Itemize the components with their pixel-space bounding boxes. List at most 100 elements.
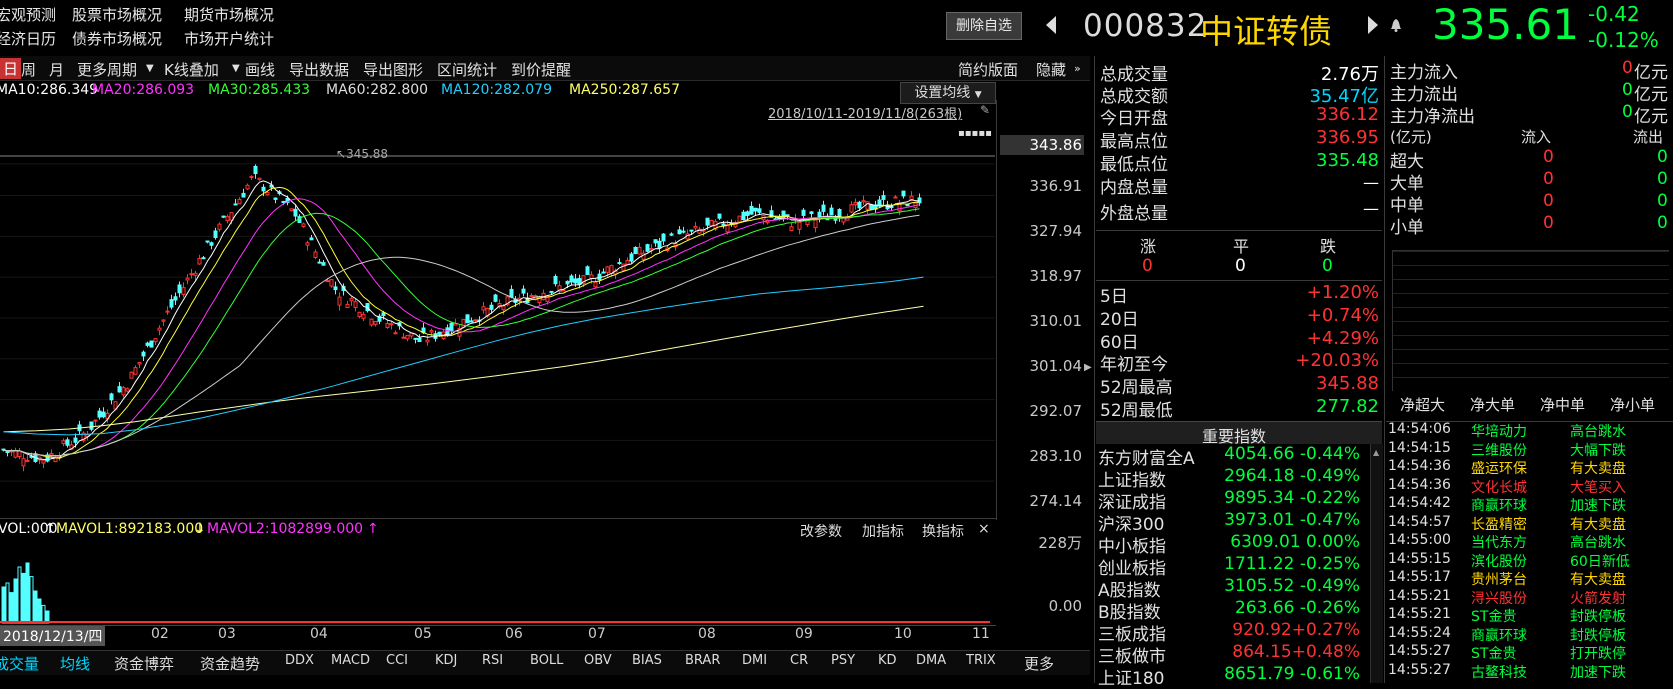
tab-macd[interactable]: MACD: [331, 653, 370, 668]
index-row[interactable]: 沪深300 3973.01 -0.47%: [1098, 510, 1360, 535]
tab-brar[interactable]: BRAR: [685, 653, 720, 668]
tab-dmi[interactable]: DMI: [742, 653, 767, 668]
ticker-row[interactable]: 14:54:42 商赢环球 加速下跌: [1388, 495, 1658, 514]
candle-body: [161, 319, 166, 322]
candle-body: [745, 211, 750, 216]
price-alert-button[interactable]: 到价提醒: [511, 59, 571, 80]
chevron-down-icon[interactable]: ▼: [232, 63, 240, 74]
volume-chart[interactable]: [0, 540, 996, 625]
chevron-down-icon[interactable]: ▼: [146, 63, 154, 74]
tab-volume[interactable]: 成交量: [0, 653, 39, 674]
nav-economic-calendar[interactable]: 经济日历: [0, 28, 56, 49]
flow-row-out: 0: [1657, 169, 1668, 189]
tab-capital-trend[interactable]: 资金趋势: [200, 653, 260, 674]
nav-stock-overview[interactable]: 股票市场概况: [72, 4, 162, 25]
ticker-row[interactable]: 14:55:17 贵州茅台 有大卖盘: [1388, 569, 1658, 588]
candle-body: [449, 322, 454, 331]
ticker-row[interactable]: 14:55:21 浔兴股份 火箭发射: [1388, 588, 1658, 607]
ticker-row[interactable]: 14:55:27 古鳌科技 加速下跌: [1388, 662, 1658, 681]
index-row[interactable]: A股指数 3105.52 -0.49%: [1098, 576, 1360, 601]
double-chevron-right-icon[interactable]: »: [1074, 62, 1081, 75]
period-month-tab[interactable]: 月: [49, 59, 64, 80]
index-row[interactable]: 深证成指 9895.34 -0.22%: [1098, 488, 1360, 513]
index-row[interactable]: 上证指数 2964.18 -0.49%: [1098, 466, 1360, 491]
ticker-row[interactable]: 14:54:57 长盈精密 有大卖盘: [1388, 514, 1658, 533]
next-stock-icon[interactable]: [1368, 16, 1378, 34]
hide-button[interactable]: 隐藏: [1036, 59, 1066, 80]
tab-cci[interactable]: CCI: [386, 653, 408, 668]
add-indicator-button[interactable]: 加指标: [862, 521, 904, 541]
close-icon[interactable]: ×: [978, 521, 990, 537]
ticker-stock: 三维股份: [1471, 442, 1527, 459]
range-stats-button[interactable]: 区间统计: [437, 59, 497, 80]
bar-label: 净大单: [1470, 396, 1516, 414]
tab-obv[interactable]: OBV: [584, 653, 612, 668]
tab-psy[interactable]: PSY: [831, 653, 855, 668]
scroll-up-icon[interactable]: ▲: [1373, 448, 1379, 457]
tab-ma[interactable]: 均线: [60, 653, 90, 674]
ticker-row[interactable]: 14:55:00 当代东方 高台跳水: [1388, 532, 1658, 551]
export-graphic-button[interactable]: 导出图形: [363, 59, 423, 80]
ticker-row[interactable]: 14:54:36 文化长城 大笔买入: [1388, 477, 1658, 496]
ticker-row[interactable]: 14:55:21 ST金贵 封跌停板: [1388, 606, 1658, 625]
tab-kdj[interactable]: KDJ: [435, 653, 457, 668]
volume-bar: [29, 576, 34, 624]
volume-bar: [37, 598, 42, 624]
nav-bond-overview[interactable]: 债券市场概况: [72, 28, 162, 49]
ticker-row[interactable]: 14:54:36 盛运环保 有大卖盘: [1388, 458, 1658, 477]
more-periods-dropdown[interactable]: 更多周期: [77, 59, 137, 80]
period-label: 年初至今: [1100, 355, 1168, 375]
export-data-button[interactable]: 导出数据: [289, 59, 349, 80]
ticker-row[interactable]: 14:55:27 ST金贵 打开跌停: [1388, 643, 1658, 662]
volume-bar: [13, 578, 18, 624]
tab-ddx[interactable]: DDX: [285, 653, 314, 668]
tab-kd[interactable]: KD: [878, 653, 897, 668]
tab-boll[interactable]: BOLL: [530, 653, 563, 668]
index-row[interactable]: 东方财富全A 4054.66 -0.44%: [1098, 444, 1360, 469]
switch-indicator-button[interactable]: 换指标: [922, 521, 964, 541]
ticker-row[interactable]: 14:55:24 商赢环球 封跌停板: [1388, 625, 1658, 644]
nav-account-stats[interactable]: 市场开户统计: [184, 28, 274, 49]
period-week-tab[interactable]: 周: [21, 59, 36, 80]
nav-macro-forecast[interactable]: 宏观预测: [0, 4, 56, 25]
ticker-row[interactable]: 14:54:15 三维股份 大幅下跌: [1388, 440, 1658, 459]
candle-body: [249, 176, 254, 179]
index-value: 1711.22 -0.25%: [1224, 554, 1360, 574]
prev-stock-icon[interactable]: [1046, 16, 1056, 34]
draw-line-button[interactable]: 画线: [245, 59, 275, 80]
index-row[interactable]: 三板成指 920.92+0.27%: [1098, 620, 1360, 645]
index-row[interactable]: B股指数 263.66 -0.26%: [1098, 598, 1360, 623]
tab-more[interactable]: 更多: [1024, 653, 1054, 674]
tab-trix[interactable]: TRIX: [966, 653, 996, 668]
indicator-tabs: 成交量 均线 资金博弈 资金趋势 DDX MACD CCI KDJ RSI BO…: [0, 650, 1090, 675]
simple-layout-button[interactable]: 简约版面: [958, 59, 1018, 80]
ticker-row[interactable]: 14:54:06 华培动力 高台跳水: [1388, 421, 1658, 440]
kline-overlay-dropdown[interactable]: K线叠加: [164, 59, 219, 80]
x-tick: 05: [414, 626, 432, 642]
tab-bias[interactable]: BIAS: [632, 653, 662, 668]
kline-chart[interactable]: ↖345.88 ▪▪▪▪▪: [0, 100, 1000, 520]
main-inflow-value: 0: [1622, 58, 1633, 78]
flat-count-value: 0: [1235, 256, 1246, 276]
index-row[interactable]: 创业板指 1711.22 -0.25%: [1098, 554, 1360, 579]
period-day-tab[interactable]: 日: [0, 58, 22, 79]
index-scrollbar[interactable]: ▲: [1370, 444, 1383, 683]
tab-dma[interactable]: DMA: [916, 653, 946, 668]
ticker-row[interactable]: 14:55:15 滨化股份 60日新低: [1388, 551, 1658, 570]
x-tick-cursor: 2018/12/13/四: [0, 626, 106, 646]
bell-icon[interactable]: [1390, 18, 1402, 32]
tab-cr[interactable]: CR: [790, 653, 808, 668]
candle-body: [121, 387, 126, 396]
tab-capital-game[interactable]: 资金博弈: [114, 653, 174, 674]
expand-right-icon[interactable]: ▶: [1084, 362, 1092, 373]
tab-rsi[interactable]: RSI: [482, 653, 503, 668]
candle-body: [661, 233, 666, 242]
candle-body: [809, 211, 814, 215]
period-label: 52周最低: [1100, 401, 1173, 421]
candle-body: [241, 192, 246, 198]
nav-futures-overview[interactable]: 期货市场概况: [184, 4, 274, 25]
index-row[interactable]: 中小板指 6309.01 0.00%: [1098, 532, 1360, 557]
delete-watchlist-button[interactable]: 删除自选: [946, 12, 1022, 40]
edit-params-button[interactable]: 改参数: [800, 521, 842, 541]
index-row[interactable]: 三板做市 864.15+0.48%: [1098, 642, 1360, 667]
